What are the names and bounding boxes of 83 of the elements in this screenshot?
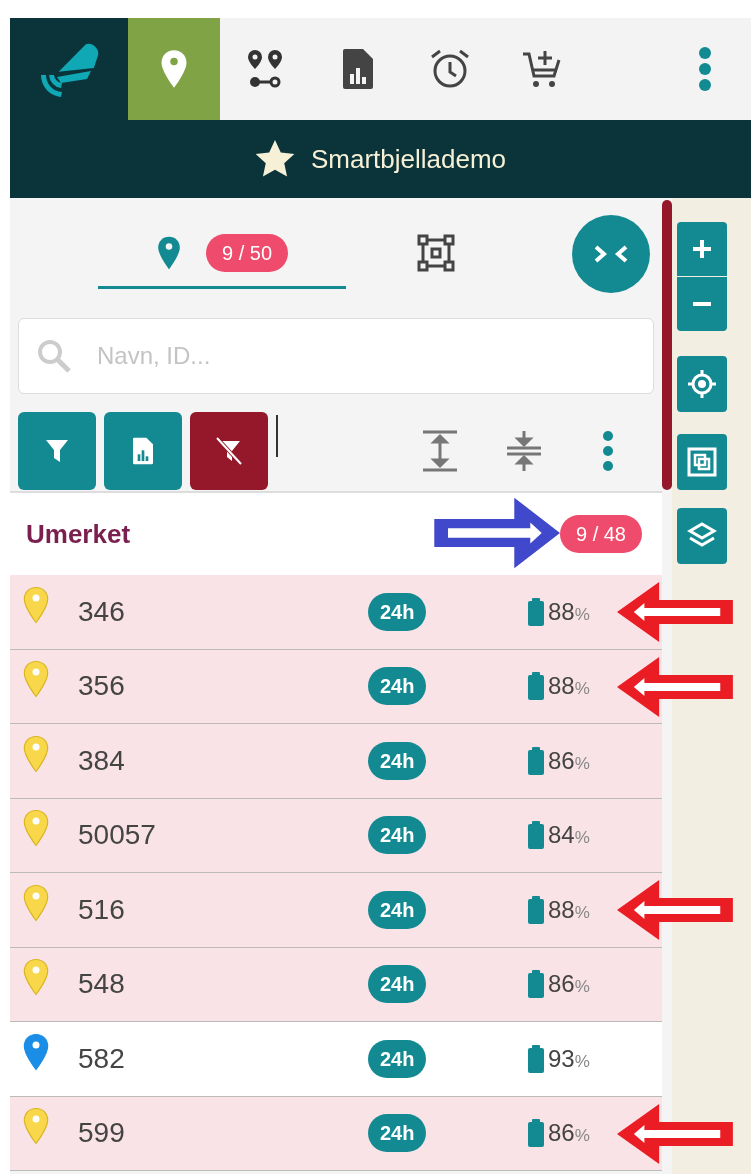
- group-title: Umerket: [26, 517, 131, 551]
- map-pin-icon: [22, 584, 50, 625]
- battery-level: 84%: [548, 820, 590, 851]
- map-pin-icon: [155, 234, 182, 271]
- alarm-clock-icon: [429, 48, 471, 90]
- report-button[interactable]: [104, 412, 182, 490]
- collapse-arrows-icon: [593, 244, 629, 264]
- period-badge: 24h: [368, 890, 427, 929]
- filter-button[interactable]: [18, 412, 96, 490]
- period-badge: 24h: [368, 741, 427, 780]
- list-row[interactable]: 384 24h 86%: [10, 724, 662, 799]
- minus-icon: [693, 302, 711, 306]
- period-badge: 24h: [368, 816, 427, 855]
- list-row[interactable]: 582 24h 93%: [10, 1022, 662, 1097]
- zoom-out-button[interactable]: [677, 277, 727, 331]
- list-row[interactable]: 599 24h 86%: [10, 1096, 662, 1171]
- report-icon: [342, 48, 374, 90]
- collapse-rows-icon: [505, 429, 543, 473]
- map-pin-icon: [159, 49, 189, 89]
- list-row[interactable]: 50057 24h 84%: [10, 798, 662, 873]
- map-pin-icon: [22, 733, 50, 774]
- device-id: 548: [78, 967, 125, 1002]
- battery-icon: [528, 1044, 544, 1073]
- period-badge: 24h: [368, 1114, 427, 1153]
- filter-off-icon: [214, 436, 244, 466]
- map-pin-icon: [22, 659, 50, 700]
- device-id: 356: [78, 669, 125, 704]
- locate-icon: [688, 370, 716, 398]
- polygon-select-icon: [416, 232, 456, 273]
- period-badge: 24h: [368, 592, 427, 631]
- device-id: 384: [78, 743, 125, 778]
- list-row[interactable]: 548 24h 86%: [10, 947, 662, 1022]
- list-row[interactable]: 356 24h 88%: [10, 649, 662, 724]
- device-id: 599: [78, 1116, 125, 1151]
- star-icon: [254, 140, 295, 178]
- plus-icon: [691, 238, 713, 260]
- report-icon: [132, 437, 154, 465]
- cart-add-icon: [521, 48, 563, 90]
- list-tab[interactable]: 9 / 50: [98, 219, 346, 289]
- more-vertical-icon: [698, 47, 712, 91]
- workspace-title: Smartbjellademo: [310, 142, 507, 176]
- map-pin-icon: [22, 808, 50, 849]
- count-badge: 9 / 50: [205, 233, 288, 272]
- battery-icon: [528, 821, 544, 850]
- battery-level: 86%: [548, 745, 590, 776]
- device-id: 50057: [78, 818, 156, 853]
- period-badge: 24h: [368, 667, 427, 706]
- battery-icon: [528, 970, 544, 999]
- battery-icon: [528, 597, 544, 626]
- map-pin-icon: [22, 1106, 50, 1147]
- fit-bounds-button[interactable]: [677, 434, 727, 490]
- battery-icon: [528, 1119, 544, 1148]
- locate-button[interactable]: [677, 356, 727, 412]
- battery-level: 88%: [548, 671, 590, 702]
- battery-icon: [528, 895, 544, 924]
- zoom-in-button[interactable]: [677, 222, 727, 276]
- list-row[interactable]: 516 24h 88%: [10, 873, 662, 948]
- map-pin-icon: [22, 882, 50, 923]
- more-vertical-icon: [602, 431, 614, 471]
- map-pin-icon: [22, 1031, 50, 1072]
- battery-icon: [528, 746, 544, 775]
- search-icon: [36, 338, 72, 374]
- scrollbar[interactable]: [662, 198, 672, 1174]
- battery-level: 86%: [548, 969, 590, 1000]
- clear-filter-button[interactable]: [190, 412, 268, 490]
- search-field[interactable]: Navn, ID...: [18, 318, 654, 394]
- device-id: 516: [78, 892, 125, 927]
- device-id: 582: [78, 1041, 125, 1076]
- fit-bounds-icon: [687, 447, 717, 477]
- battery-level: 88%: [548, 894, 590, 925]
- list-row[interactable]: 346 24h 88%: [10, 575, 662, 650]
- count-badge: 9 / 48: [559, 515, 642, 553]
- device-id: 346: [78, 594, 125, 629]
- battery-level: 93%: [548, 1043, 590, 1074]
- period-badge: 24h: [368, 1039, 427, 1078]
- battery-icon: [528, 672, 544, 701]
- layers-button[interactable]: [677, 508, 727, 564]
- expand-rows-icon: [421, 429, 459, 473]
- period-badge: 24h: [368, 965, 427, 1004]
- battery-level: 86%: [548, 1118, 590, 1149]
- map-pin-icon: [22, 957, 50, 998]
- battery-level: 88%: [548, 596, 590, 627]
- filter-icon: [45, 438, 69, 464]
